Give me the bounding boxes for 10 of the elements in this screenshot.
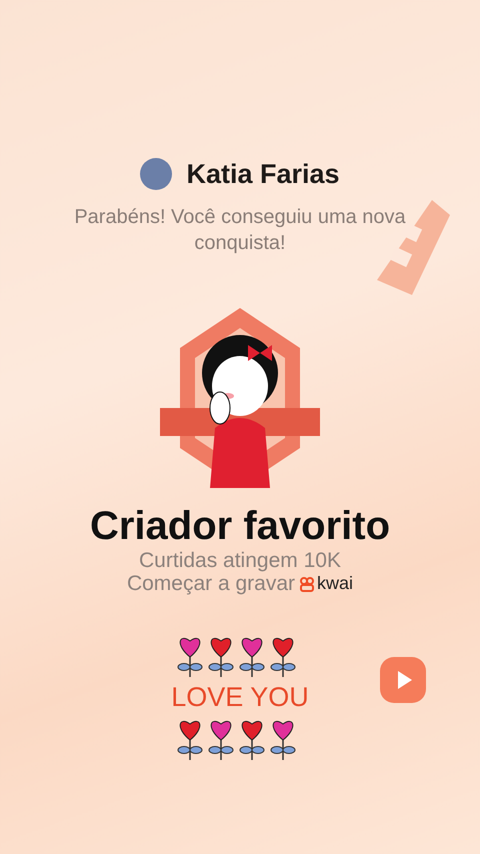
congrats-message: Parabéns! Você conseguiu uma nova conquista! xyxy=(73,205,407,256)
brand-name: kwai xyxy=(317,573,354,594)
sticker-text: LOVE YOU xyxy=(171,682,309,712)
record-prompt: Começar a gravar xyxy=(126,572,296,595)
avatar xyxy=(140,158,172,190)
achievement-title: Criador favorito xyxy=(90,504,390,549)
camera-logo-icon xyxy=(299,576,316,592)
achievement-condition: Curtidas atingem 10K xyxy=(139,549,341,572)
play-icon xyxy=(378,655,428,705)
user-name: Katia Farias xyxy=(186,158,340,190)
